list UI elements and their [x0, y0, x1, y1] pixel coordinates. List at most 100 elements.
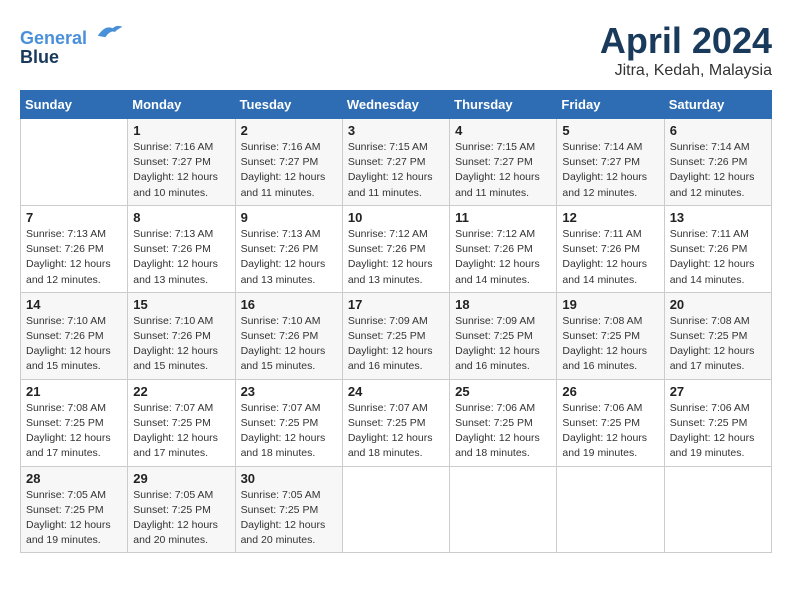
calendar-cell: [557, 466, 664, 553]
day-info: Sunrise: 7:12 AM Sunset: 7:26 PM Dayligh…: [455, 227, 551, 288]
day-number: 6: [670, 123, 766, 138]
title-block: April 2024 Jitra, Kedah, Malaysia: [600, 20, 772, 80]
calendar-cell: 8 Sunrise: 7:13 AM Sunset: 7:26 PM Daylig…: [128, 205, 235, 292]
calendar-cell: 27Sunrise: 7:06 AM Sunset: 7:25 PM Dayli…: [664, 379, 771, 466]
calendar-week-1: 1 Sunrise: 7:16 AM Sunset: 7:27 PM Daylig…: [21, 119, 772, 206]
calendar-cell: 17 Sunrise: 7:09 AM Sunset: 7:25 PM Dayli…: [342, 292, 449, 379]
calendar-cell: 16 Sunrise: 7:10 AM Sunset: 7:26 PM Dayli…: [235, 292, 342, 379]
calendar-cell: 11Sunrise: 7:12 AM Sunset: 7:26 PM Dayli…: [450, 205, 557, 292]
day-info: Sunrise: 7:07 AM Sunset: 7:25 PM Dayligh…: [241, 401, 337, 462]
header-sunday: Sunday: [21, 91, 128, 119]
logo-blue: Blue: [20, 47, 124, 68]
day-info: Sunrise: 7:06 AM Sunset: 7:25 PM Dayligh…: [455, 401, 551, 462]
day-number: 9: [241, 210, 337, 225]
day-info: Sunrise: 7:10 AM Sunset: 7:26 PM Dayligh…: [241, 314, 337, 375]
day-info: Sunrise: 7:11 AM Sunset: 7:26 PM Dayligh…: [562, 227, 658, 288]
logo-text: General: [20, 20, 124, 49]
day-number: 23: [241, 384, 337, 399]
calendar-cell: 1 Sunrise: 7:16 AM Sunset: 7:27 PM Daylig…: [128, 119, 235, 206]
calendar-cell: [21, 119, 128, 206]
logo: General Blue: [20, 20, 124, 68]
logo-bird-icon: [94, 20, 124, 44]
day-number: 7: [26, 210, 122, 225]
day-info: Sunrise: 7:12 AM Sunset: 7:26 PM Dayligh…: [348, 227, 444, 288]
header-wednesday: Wednesday: [342, 91, 449, 119]
day-info: Sunrise: 7:15 AM Sunset: 7:27 PM Dayligh…: [348, 140, 444, 201]
calendar-cell: 7 Sunrise: 7:13 AM Sunset: 7:26 PM Daylig…: [21, 205, 128, 292]
day-number: 17: [348, 297, 444, 312]
day-info: Sunrise: 7:10 AM Sunset: 7:26 PM Dayligh…: [133, 314, 229, 375]
day-info: Sunrise: 7:16 AM Sunset: 7:27 PM Dayligh…: [133, 140, 229, 201]
calendar-cell: 19 Sunrise: 7:08 AM Sunset: 7:25 PM Dayli…: [557, 292, 664, 379]
calendar-cell: 9 Sunrise: 7:13 AM Sunset: 7:26 PM Daylig…: [235, 205, 342, 292]
calendar-cell: 26 Sunrise: 7:06 AM Sunset: 7:25 PM Dayli…: [557, 379, 664, 466]
day-info: Sunrise: 7:08 AM Sunset: 7:25 PM Dayligh…: [26, 401, 122, 462]
day-number: 19: [562, 297, 658, 312]
calendar-week-4: 21Sunrise: 7:08 AM Sunset: 7:25 PM Dayli…: [21, 379, 772, 466]
day-info: Sunrise: 7:09 AM Sunset: 7:25 PM Dayligh…: [348, 314, 444, 375]
day-number: 18: [455, 297, 551, 312]
day-info: Sunrise: 7:06 AM Sunset: 7:25 PM Dayligh…: [670, 401, 766, 462]
calendar-cell: 13 Sunrise: 7:11 AM Sunset: 7:26 PM Dayli…: [664, 205, 771, 292]
day-number: 25: [455, 384, 551, 399]
header-saturday: Saturday: [664, 91, 771, 119]
calendar-cell: 14Sunrise: 7:10 AM Sunset: 7:26 PM Dayli…: [21, 292, 128, 379]
calendar-cell: [664, 466, 771, 553]
day-info: Sunrise: 7:05 AM Sunset: 7:25 PM Dayligh…: [26, 488, 122, 549]
day-number: 26: [562, 384, 658, 399]
calendar-cell: 5 Sunrise: 7:14 AM Sunset: 7:27 PM Daylig…: [557, 119, 664, 206]
day-info: Sunrise: 7:05 AM Sunset: 7:25 PM Dayligh…: [241, 488, 337, 549]
day-number: 29: [133, 471, 229, 486]
day-number: 24: [348, 384, 444, 399]
day-info: Sunrise: 7:09 AM Sunset: 7:25 PM Dayligh…: [455, 314, 551, 375]
calendar-cell: 3 Sunrise: 7:15 AM Sunset: 7:27 PM Daylig…: [342, 119, 449, 206]
calendar-cell: 2 Sunrise: 7:16 AM Sunset: 7:27 PM Daylig…: [235, 119, 342, 206]
day-number: 3: [348, 123, 444, 138]
day-number: 16: [241, 297, 337, 312]
day-number: 8: [133, 210, 229, 225]
calendar-cell: 30 Sunrise: 7:05 AM Sunset: 7:25 PM Dayli…: [235, 466, 342, 553]
day-info: Sunrise: 7:08 AM Sunset: 7:25 PM Dayligh…: [562, 314, 658, 375]
day-info: Sunrise: 7:13 AM Sunset: 7:26 PM Dayligh…: [26, 227, 122, 288]
day-info: Sunrise: 7:05 AM Sunset: 7:25 PM Dayligh…: [133, 488, 229, 549]
calendar-cell: 21Sunrise: 7:08 AM Sunset: 7:25 PM Dayli…: [21, 379, 128, 466]
calendar-cell: 12 Sunrise: 7:11 AM Sunset: 7:26 PM Dayli…: [557, 205, 664, 292]
day-number: 30: [241, 471, 337, 486]
calendar-week-2: 7 Sunrise: 7:13 AM Sunset: 7:26 PM Daylig…: [21, 205, 772, 292]
day-info: Sunrise: 7:06 AM Sunset: 7:25 PM Dayligh…: [562, 401, 658, 462]
header-thursday: Thursday: [450, 91, 557, 119]
day-number: 1: [133, 123, 229, 138]
day-number: 28: [26, 471, 122, 486]
calendar-cell: 29 Sunrise: 7:05 AM Sunset: 7:25 PM Dayli…: [128, 466, 235, 553]
calendar-cell: 24 Sunrise: 7:07 AM Sunset: 7:25 PM Dayli…: [342, 379, 449, 466]
calendar-cell: 10Sunrise: 7:12 AM Sunset: 7:26 PM Dayli…: [342, 205, 449, 292]
day-info: Sunrise: 7:16 AM Sunset: 7:27 PM Dayligh…: [241, 140, 337, 201]
header-monday: Monday: [128, 91, 235, 119]
day-number: 12: [562, 210, 658, 225]
day-info: Sunrise: 7:14 AM Sunset: 7:27 PM Dayligh…: [562, 140, 658, 201]
day-info: Sunrise: 7:07 AM Sunset: 7:25 PM Dayligh…: [348, 401, 444, 462]
day-number: 4: [455, 123, 551, 138]
calendar-body: 1 Sunrise: 7:16 AM Sunset: 7:27 PM Daylig…: [21, 119, 772, 553]
calendar-cell: 15Sunrise: 7:10 AM Sunset: 7:26 PM Dayli…: [128, 292, 235, 379]
calendar-cell: 20Sunrise: 7:08 AM Sunset: 7:25 PM Dayli…: [664, 292, 771, 379]
day-info: Sunrise: 7:10 AM Sunset: 7:26 PM Dayligh…: [26, 314, 122, 375]
day-info: Sunrise: 7:15 AM Sunset: 7:27 PM Dayligh…: [455, 140, 551, 201]
day-number: 2: [241, 123, 337, 138]
calendar-cell: 28 Sunrise: 7:05 AM Sunset: 7:25 PM Dayli…: [21, 466, 128, 553]
day-number: 13: [670, 210, 766, 225]
calendar-header-row: SundayMondayTuesdayWednesdayThursdayFrid…: [21, 91, 772, 119]
calendar-cell: 22Sunrise: 7:07 AM Sunset: 7:25 PM Dayli…: [128, 379, 235, 466]
calendar-cell: 4 Sunrise: 7:15 AM Sunset: 7:27 PM Daylig…: [450, 119, 557, 206]
calendar-cell: 23 Sunrise: 7:07 AM Sunset: 7:25 PM Dayli…: [235, 379, 342, 466]
day-number: 20: [670, 297, 766, 312]
day-info: Sunrise: 7:14 AM Sunset: 7:26 PM Dayligh…: [670, 140, 766, 201]
day-info: Sunrise: 7:13 AM Sunset: 7:26 PM Dayligh…: [241, 227, 337, 288]
calendar-cell: [450, 466, 557, 553]
day-info: Sunrise: 7:13 AM Sunset: 7:26 PM Dayligh…: [133, 227, 229, 288]
calendar-cell: [342, 466, 449, 553]
calendar-title: April 2024: [600, 20, 772, 62]
day-number: 5: [562, 123, 658, 138]
calendar-week-5: 28 Sunrise: 7:05 AM Sunset: 7:25 PM Dayli…: [21, 466, 772, 553]
day-info: Sunrise: 7:11 AM Sunset: 7:26 PM Dayligh…: [670, 227, 766, 288]
